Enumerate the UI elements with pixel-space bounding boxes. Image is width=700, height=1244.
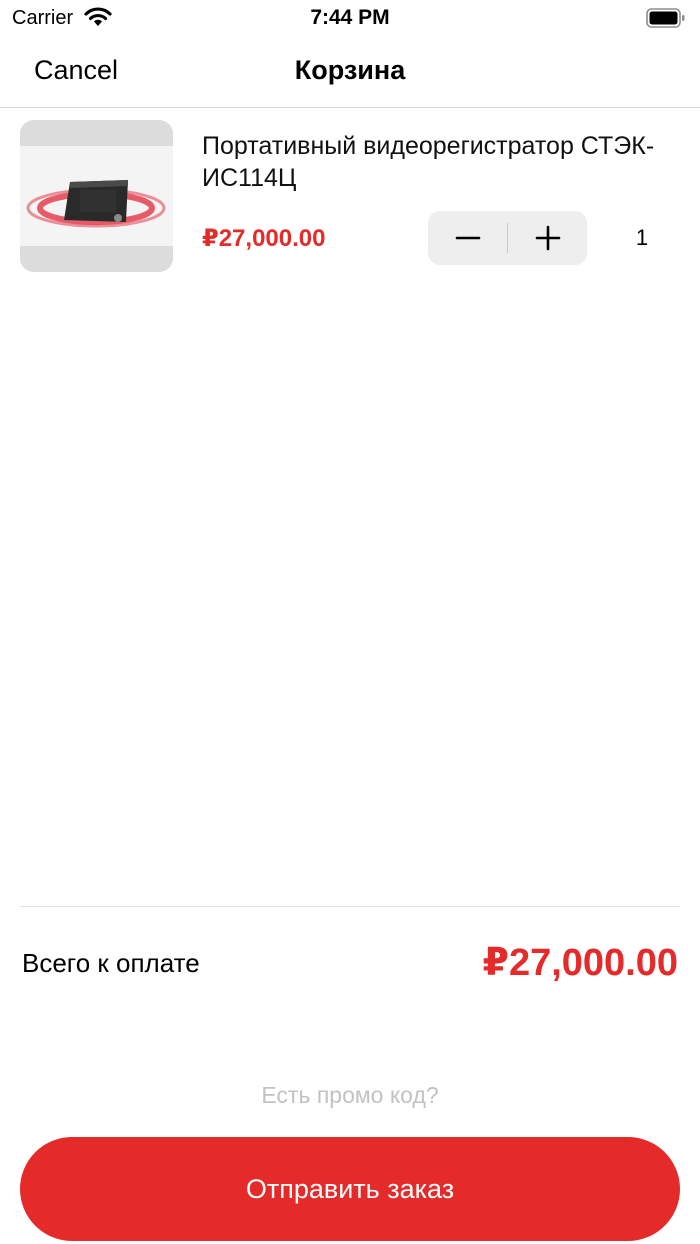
quantity-value: 1 [635,225,649,250]
plus-icon [535,225,560,251]
promo-code-link[interactable]: Есть промо код? [0,1082,700,1109]
minus-icon [455,236,480,240]
submit-order-button[interactable]: Отправить заказ [20,1137,680,1241]
nav-bar: Cancel Корзина [0,38,700,108]
quantity-stepper [428,211,587,265]
submit-order-label: Отправить заказ [245,1173,455,1204]
status-bar: Carrier 7:44 PM [0,0,700,38]
summary-divider [20,906,680,907]
status-time: 7:44 PM [310,6,390,29]
product-name: Портативный видеорегистратор СТЭК-ИС114Ц [202,132,655,192]
battery-icon [646,8,686,28]
cancel-button[interactable]: Cancel [34,55,118,86]
product-image [20,120,173,272]
cart-item: Портативный видеорегистратор СТЭК-ИС114Ц… [0,108,700,288]
total-value: ₽27,000.00 [482,942,679,984]
total-label: Всего к оплате [22,948,200,978]
product-price: ₽27,000.00 [202,225,326,252]
increment-button[interactable] [508,211,587,265]
decrement-button[interactable] [428,211,507,265]
